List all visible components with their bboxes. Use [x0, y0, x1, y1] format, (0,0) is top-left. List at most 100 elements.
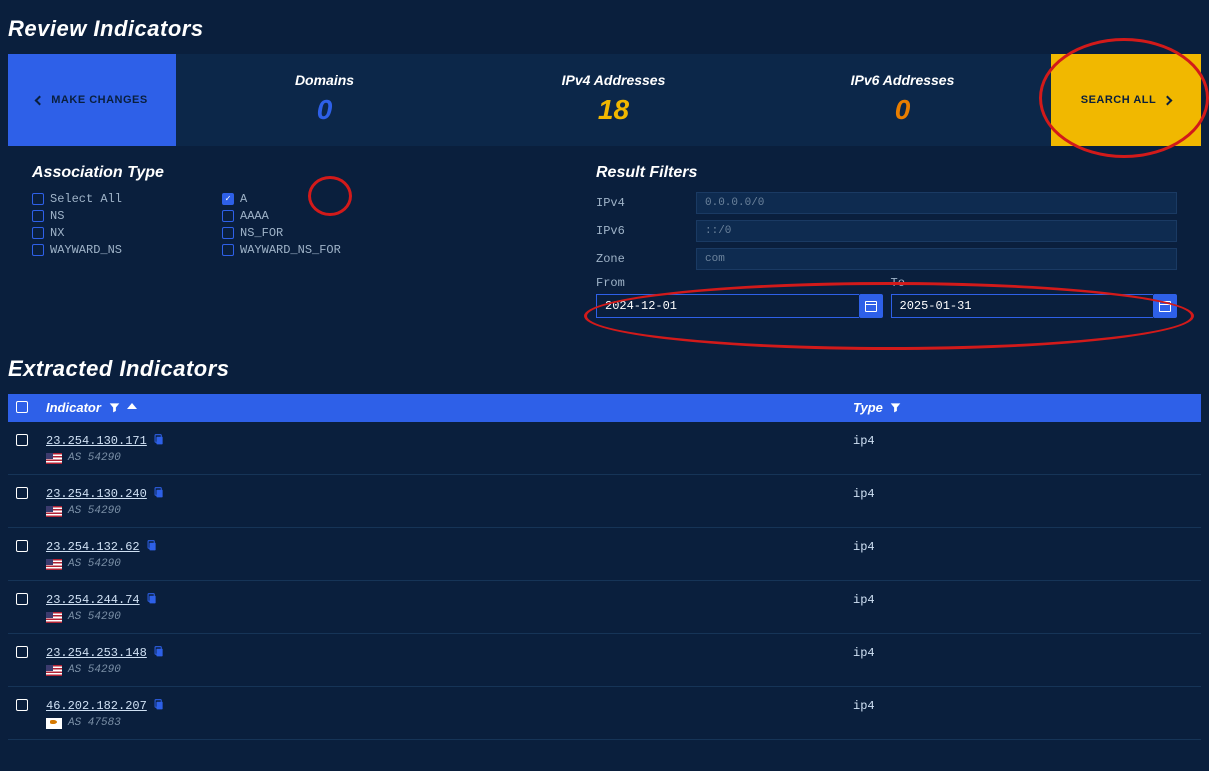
make-changes-button[interactable]: MAKE CHANGES	[8, 54, 176, 146]
select-all-checkbox[interactable]	[16, 401, 28, 413]
to-label: To	[891, 276, 1178, 290]
stat-domains-label: Domains	[184, 72, 465, 88]
flag-icon	[46, 612, 62, 623]
stat-ipv6-value: 0	[762, 94, 1043, 126]
indicator-link[interactable]: 23.254.253.148	[46, 646, 147, 660]
search-all-label: SEARCH ALL	[1081, 94, 1156, 106]
sort-asc-icon	[127, 401, 137, 416]
ipv4-filter-label: IPv4	[596, 196, 696, 210]
checkbox-label: A	[240, 192, 247, 206]
search-all-button[interactable]: SEARCH ALL	[1051, 54, 1201, 146]
from-calendar-button[interactable]	[859, 294, 883, 318]
checkbox-aaaa[interactable]: AAAA	[222, 209, 341, 223]
copy-icon[interactable]	[153, 645, 164, 660]
stat-ipv4-label: IPv4 Addresses	[473, 72, 754, 88]
flag-icon	[46, 506, 62, 517]
copy-icon[interactable]	[153, 486, 164, 501]
chevron-right-icon	[1163, 95, 1173, 105]
stat-domains: Domains 0	[184, 54, 465, 146]
copy-icon[interactable]	[146, 539, 157, 554]
asn-label: AS 47583	[68, 717, 121, 729]
from-date-input[interactable]	[596, 294, 859, 318]
column-type[interactable]: Type	[853, 400, 1193, 416]
asn-label: AS 54290	[68, 505, 121, 517]
checkbox-icon	[222, 244, 234, 256]
type-value: ip4	[853, 432, 1193, 448]
table-row: 23.254.130.171 AS 54290 ip4	[8, 422, 1201, 475]
copy-icon[interactable]	[153, 698, 164, 713]
row-checkbox[interactable]	[16, 487, 28, 499]
column-indicator[interactable]: Indicator	[46, 400, 853, 416]
checkbox-ns-for[interactable]: NS_FOR	[222, 226, 341, 240]
to-calendar-button[interactable]	[1153, 294, 1177, 318]
result-filters-heading: Result Filters	[596, 164, 1177, 182]
row-checkbox[interactable]	[16, 699, 28, 711]
checkbox-icon	[222, 227, 234, 239]
asn-label: AS 54290	[68, 611, 121, 623]
calendar-icon	[1159, 301, 1171, 312]
type-value: ip4	[853, 644, 1193, 660]
filter-icon	[109, 401, 120, 416]
association-type-heading: Association Type	[32, 164, 572, 182]
checkbox-label: WAYWARD_NS	[50, 243, 122, 257]
stat-ipv6: IPv6 Addresses 0	[762, 54, 1043, 146]
page-title: Review Indicators	[8, 16, 1201, 42]
indicator-link[interactable]: 46.202.182.207	[46, 699, 147, 713]
stat-ipv4-value: 18	[473, 94, 754, 126]
table-row: 23.254.130.240 AS 54290 ip4	[8, 475, 1201, 528]
copy-icon[interactable]	[146, 592, 157, 607]
ipv6-filter-label: IPv6	[596, 224, 696, 238]
zone-filter-input[interactable]	[696, 248, 1177, 270]
type-value: ip4	[853, 485, 1193, 501]
checkbox-icon	[222, 193, 234, 205]
checkbox-label: Select All	[50, 192, 122, 206]
indicator-link[interactable]: 23.254.130.240	[46, 487, 147, 501]
column-type-label: Type	[853, 400, 883, 415]
make-changes-label: MAKE CHANGES	[51, 94, 147, 106]
checkbox-nx[interactable]: NX	[32, 226, 122, 240]
zone-filter-label: Zone	[596, 252, 696, 266]
to-date-input[interactable]	[891, 294, 1154, 318]
row-checkbox[interactable]	[16, 593, 28, 605]
flag-icon	[46, 665, 62, 676]
from-label: From	[596, 276, 883, 290]
checkbox-select-all[interactable]: Select All	[32, 192, 122, 206]
ipv4-filter-input[interactable]	[696, 192, 1177, 214]
indicator-link[interactable]: 23.254.130.171	[46, 434, 147, 448]
checkbox-ns[interactable]: NS	[32, 209, 122, 223]
checkbox-icon	[32, 227, 44, 239]
asn-label: AS 54290	[68, 558, 121, 570]
checkbox-icon	[32, 210, 44, 222]
row-checkbox[interactable]	[16, 434, 28, 446]
checkbox-icon	[222, 210, 234, 222]
indicator-link[interactable]: 23.254.132.62	[46, 540, 140, 554]
checkbox-label: AAAA	[240, 209, 269, 223]
extracted-indicators-title: Extracted Indicators	[8, 356, 1201, 382]
ipv6-filter-input[interactable]	[696, 220, 1177, 242]
indicator-link[interactable]: 23.254.244.74	[46, 593, 140, 607]
checkbox-wayward-ns-for[interactable]: WAYWARD_NS_FOR	[222, 243, 341, 257]
copy-icon[interactable]	[153, 433, 164, 448]
row-checkbox[interactable]	[16, 540, 28, 552]
asn-label: AS 54290	[68, 452, 121, 464]
flag-icon	[46, 718, 62, 729]
table-header: Indicator Type	[8, 394, 1201, 422]
calendar-icon	[865, 301, 877, 312]
type-value: ip4	[853, 538, 1193, 554]
column-indicator-label: Indicator	[46, 400, 101, 415]
row-checkbox[interactable]	[16, 646, 28, 658]
table-row: 23.254.253.148AS 54290ip4	[8, 634, 1201, 687]
type-value: ip4	[853, 697, 1193, 713]
checkbox-icon	[32, 244, 44, 256]
table-row: 23.254.244.74 AS 54290 ip4	[8, 581, 1201, 634]
checkbox-label: NS	[50, 209, 64, 223]
checkbox-label: WAYWARD_NS_FOR	[240, 243, 341, 257]
flag-icon	[46, 559, 62, 570]
checkbox-a[interactable]: A	[222, 192, 341, 206]
flag-icon	[46, 453, 62, 464]
chevron-left-icon	[35, 95, 45, 105]
checkbox-wayward-ns[interactable]: WAYWARD_NS	[32, 243, 122, 257]
checkbox-label: NX	[50, 226, 64, 240]
type-value: ip4	[853, 591, 1193, 607]
table-row: 46.202.182.207 AS 47583 ip4	[8, 687, 1201, 740]
